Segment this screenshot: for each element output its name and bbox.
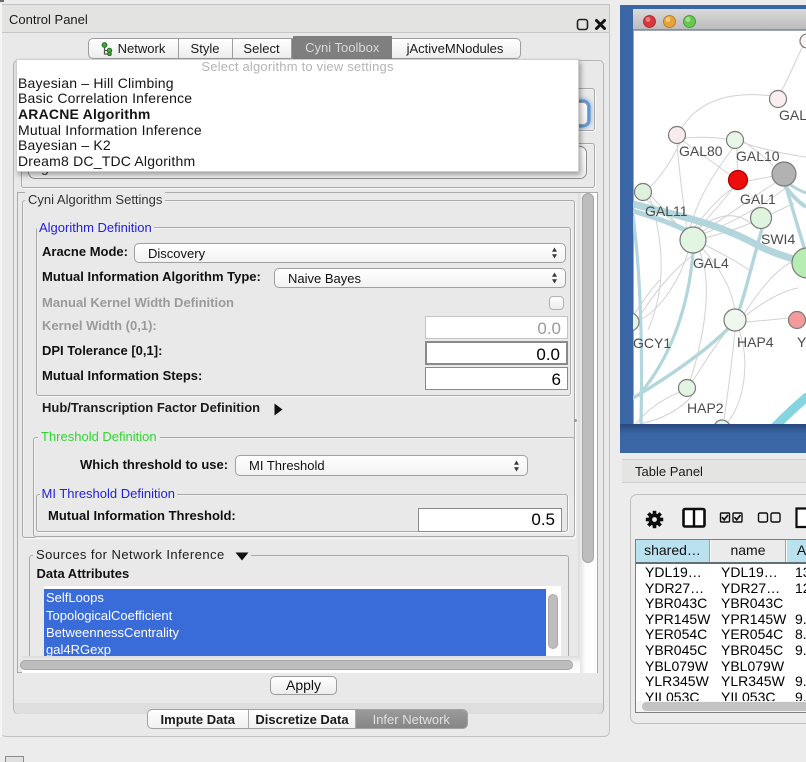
svg-text:GAL10: GAL10 <box>736 148 780 164</box>
svg-text:GAL4: GAL4 <box>693 255 729 271</box>
svg-text:HAP4: HAP4 <box>737 334 774 350</box>
svg-text:GAL2: GAL2 <box>779 107 806 123</box>
svg-text:GAL11: GAL11 <box>645 203 688 219</box>
svg-text:HAP2: HAP2 <box>687 400 724 416</box>
svg-text:GAL80: GAL80 <box>679 143 723 159</box>
svg-text:GAL1: GAL1 <box>740 191 776 207</box>
svg-text:GCY1: GCY1 <box>633 335 671 351</box>
svg-text:YM: YM <box>797 334 806 350</box>
svg-text:SWI4: SWI4 <box>761 231 795 247</box>
